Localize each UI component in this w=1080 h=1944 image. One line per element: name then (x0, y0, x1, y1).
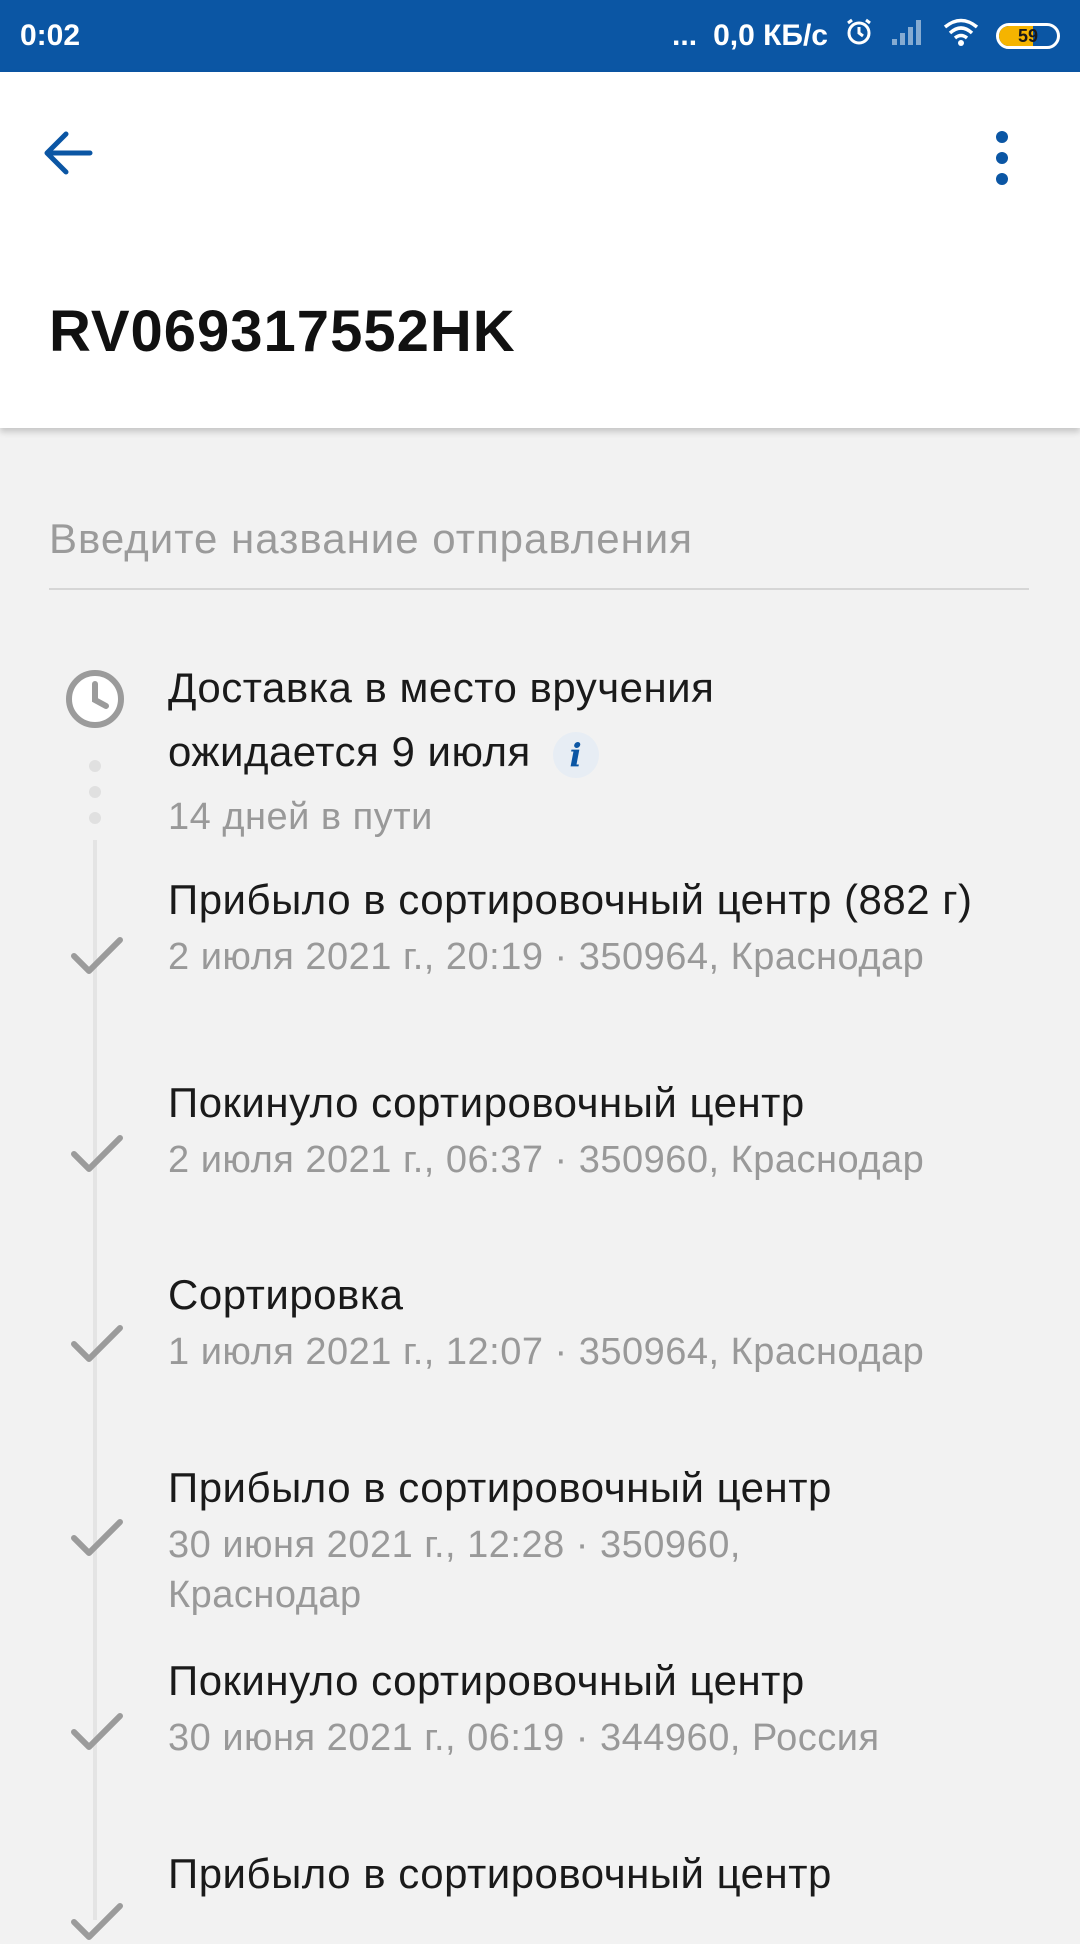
network-speed: 0,0 КБ/с (713, 19, 828, 52)
event-meta: 2 июля 2021 г., 20:19 · 350964, Краснода… (168, 936, 925, 978)
wifi-icon (942, 17, 980, 55)
status-dots: ... (672, 19, 698, 52)
tracking-event: Покинуло сортировочный центр 2 июля 2021… (168, 1075, 1048, 1185)
status-bar: 0:02 ... 0,0 КБ/с 59 (0, 0, 1080, 72)
clock-icon (66, 670, 124, 728)
event-title: Прибыло в сортировочный центр (882 г) (168, 876, 973, 923)
status-icons: ... 0,0 КБ/с 59 (672, 17, 1060, 55)
timeline-dot (89, 760, 101, 772)
delivery-line-2: ожидается 9 июля (168, 728, 531, 775)
delivery-forecast: Доставка в место вручения ожидается 9 ию… (168, 656, 1048, 842)
check-icon (71, 1903, 123, 1940)
event-meta: 30 июня 2021 г., 06:19 · 344960, Россия (168, 1717, 880, 1759)
back-button[interactable] (40, 128, 104, 184)
battery-level: 59 (1017, 25, 1039, 46)
status-time: 0:02 (20, 19, 81, 52)
app-header: RV069317552HK (0, 72, 1080, 428)
check-icon (71, 1713, 123, 1750)
event-meta: 1 июля 2021 г., 12:07 · 350964, Краснода… (168, 1331, 925, 1373)
tracking-event: Сортировка 1 июля 2021 г., 12:07 · 35096… (168, 1267, 1048, 1377)
event-title: Прибыло в сортировочный центр (168, 1850, 832, 1897)
back-arrow-icon (44, 131, 93, 175)
transit-duration: 14 дней в пути (168, 796, 433, 838)
shipment-name-input[interactable] (49, 490, 1029, 590)
tracking-event: Покинуло сортировочный центр 30 июня 202… (168, 1653, 1048, 1763)
tracking-event: Прибыло в сортировочный центр (168, 1846, 1048, 1906)
delivery-line-2-row: ожидается 9 июля i (168, 720, 1048, 784)
timeline-line (93, 840, 97, 1920)
more-vert-icon (996, 131, 1008, 185)
event-title: Прибыло в сортировочный центр (168, 1464, 832, 1511)
more-options-button[interactable] (980, 128, 1024, 192)
event-title: Покинуло сортировочный центр (168, 1657, 805, 1704)
alarm-icon (844, 17, 874, 55)
signal-icon (890, 17, 926, 55)
check-icon (71, 937, 123, 974)
check-icon (71, 1325, 123, 1362)
tracking-number: RV069317552HK (49, 299, 516, 364)
battery-icon: 59 (996, 23, 1060, 49)
delivery-line-1: Доставка в место вручения (168, 664, 715, 711)
check-icon (71, 1519, 123, 1556)
event-title: Покинуло сортировочный центр (168, 1079, 805, 1126)
event-meta: 2 июля 2021 г., 06:37 · 350960, Краснода… (168, 1139, 925, 1181)
check-icon (71, 1135, 123, 1172)
tracking-event: Прибыло в сортировочный центр (882 г) 2 … (168, 872, 1048, 982)
info-icon[interactable]: i (552, 731, 599, 778)
tracking-event: Прибыло в сортировочный центр 30 июня 20… (168, 1460, 888, 1620)
timeline-dot (89, 786, 101, 798)
event-title: Сортировка (168, 1271, 404, 1318)
event-meta: 30 июня 2021 г., 12:28 · 350960, Краснод… (168, 1524, 741, 1616)
timeline-dot (89, 812, 101, 824)
